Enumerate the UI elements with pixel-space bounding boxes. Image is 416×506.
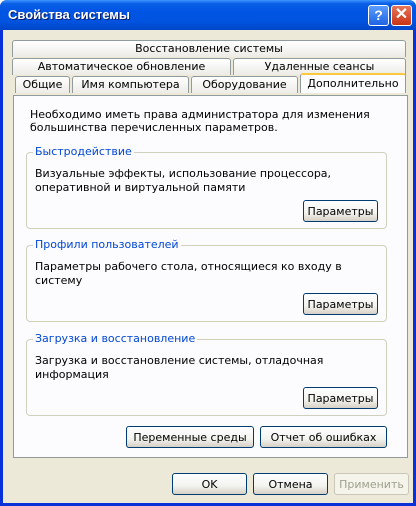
user-profiles-settings-button[interactable]: Параметры xyxy=(303,293,378,315)
performance-label: Быстродействие xyxy=(33,145,134,158)
tab-general[interactable]: Общие xyxy=(15,76,70,93)
startup-recovery-group: Загрузка и восстановление Загрузка и вос… xyxy=(26,332,387,416)
title-bar[interactable]: Свойства системы ? ✕ xyxy=(0,0,416,30)
tab-hardware[interactable]: Оборудование xyxy=(191,76,298,93)
advanced-tab-panel: Необходимо иметь права администратора дл… xyxy=(13,95,408,458)
performance-settings-button[interactable]: Параметры xyxy=(303,200,378,222)
tab-automatic-updates[interactable]: Автоматическое обновление xyxy=(12,58,231,75)
user-profiles-label: Профили пользователей xyxy=(33,238,181,251)
apply-button[interactable]: Применить xyxy=(334,473,409,495)
startup-recovery-description: Загрузка и восстановление системы, отлад… xyxy=(35,354,324,381)
error-reporting-button[interactable]: Отчет об ошибках xyxy=(260,426,387,448)
startup-recovery-settings-button[interactable]: Параметры xyxy=(303,387,378,409)
dialog-body: Восстановление системы Автоматическое об… xyxy=(3,30,413,503)
tab-computer-name[interactable]: Имя компьютера xyxy=(72,76,189,93)
system-properties-window: Свойства системы ? ✕ Восстановление сист… xyxy=(0,0,416,506)
close-button[interactable]: ✕ xyxy=(391,5,412,26)
cancel-button[interactable]: Отмена xyxy=(253,473,328,495)
help-button[interactable]: ? xyxy=(368,5,389,26)
startup-recovery-label: Загрузка и восстановление xyxy=(33,332,198,345)
ok-button[interactable]: OK xyxy=(172,473,247,495)
admin-notice: Необходимо иметь права администратора дл… xyxy=(30,108,370,134)
performance-description: Визуальные эффекты, использование процес… xyxy=(35,167,332,194)
user-profiles-group: Профили пользователей Параметры рабочего… xyxy=(26,238,387,322)
environment-variables-button[interactable]: Переменные среды xyxy=(126,426,254,448)
window-title: Свойства системы xyxy=(8,7,130,22)
user-profiles-description: Параметры рабочего стола, относящиеся ко… xyxy=(35,260,342,287)
tab-system-restore[interactable]: Восстановление системы xyxy=(12,40,406,57)
tab-advanced[interactable]: Дополнительно xyxy=(300,73,406,93)
performance-group: Быстродействие Визуальные эффекты, испол… xyxy=(26,145,387,229)
